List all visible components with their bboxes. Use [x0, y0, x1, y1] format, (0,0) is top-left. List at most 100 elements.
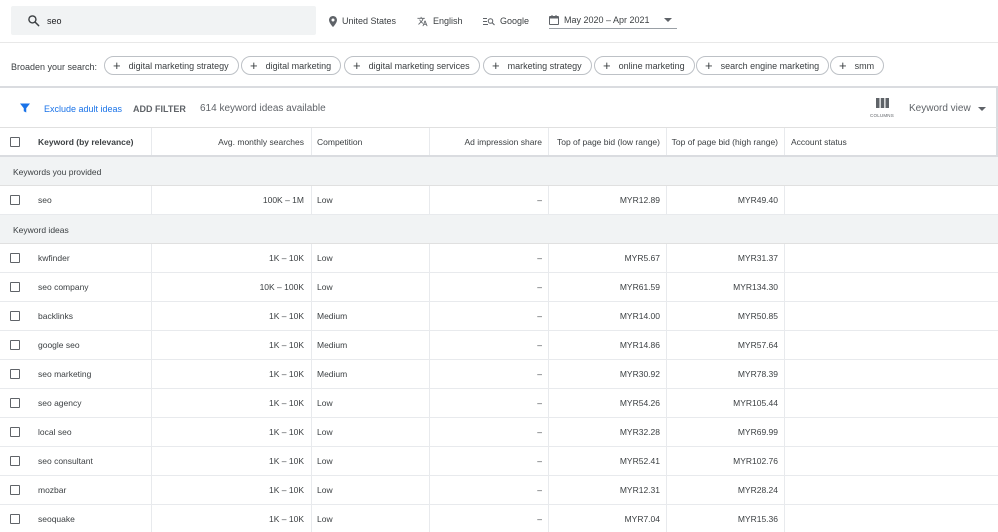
keyword-cell: seo marketing	[30, 360, 152, 388]
keyword-cell: google seo	[30, 331, 152, 359]
search-box[interactable]	[11, 6, 316, 35]
row-checkbox[interactable]	[10, 253, 20, 263]
header-avg-monthly-searches[interactable]: Avg. monthly searches	[152, 128, 312, 155]
impression-share-cell: –	[430, 360, 549, 388]
broaden-label: Broaden your search:	[11, 62, 98, 72]
broaden-chip[interactable]: + marketing strategy	[483, 56, 592, 75]
row-checkbox[interactable]	[10, 427, 20, 437]
plus-icon: +	[705, 58, 713, 73]
header-bid-low[interactable]: Top of page bid (low range)	[549, 128, 667, 155]
keyword-view-dropdown[interactable]: Keyword view	[909, 103, 986, 114]
bid-low-cell: MYR32.28	[549, 418, 667, 446]
account-status-cell	[785, 244, 998, 272]
bid-high-cell: MYR50.85	[667, 302, 785, 330]
header-bid-high[interactable]: Top of page bid (high range)	[667, 128, 785, 155]
network-selector[interactable]: Google	[483, 13, 529, 29]
translate-icon	[417, 16, 428, 26]
plus-icon: +	[113, 58, 121, 73]
row-checkbox[interactable]	[10, 340, 20, 350]
table-header: Keyword (by relevance) Avg. monthly sear…	[0, 128, 998, 157]
bid-high-cell: MYR15.36	[667, 505, 785, 532]
broaden-search-bar: Broaden your search: + digital marketing …	[0, 44, 998, 88]
table-row[interactable]: seo agency 1K – 10K Low – MYR54.26 MYR105.44	[0, 389, 998, 418]
row-checkbox[interactable]	[10, 456, 20, 466]
row-checkbox-cell	[0, 476, 30, 504]
avg-searches-cell: 1K – 10K	[152, 418, 312, 446]
table-row[interactable]: seo company 10K – 100K Low – MYR61.59 MYR134.…	[0, 273, 998, 302]
impression-share-cell: –	[430, 302, 549, 330]
table-row[interactable]: seoquake 1K – 10K Low – MYR7.04 MYR15.36	[0, 505, 998, 532]
header-keyword[interactable]: Keyword (by relevance)	[30, 128, 152, 155]
impression-share-cell: –	[430, 476, 549, 504]
header-account-status[interactable]: Account status	[785, 128, 998, 155]
keyword-ideas-count: 614 keyword ideas available	[200, 103, 326, 114]
avg-searches-cell: 1K – 10K	[152, 505, 312, 532]
row-checkbox[interactable]	[10, 282, 20, 292]
account-status-cell	[785, 476, 998, 504]
table-row[interactable]: seo marketing 1K – 10K Medium – MYR30.92 MYR7…	[0, 360, 998, 389]
language-selector[interactable]: English	[417, 13, 463, 29]
bid-low-cell: MYR12.31	[549, 476, 667, 504]
date-range-selector[interactable]: May 2020 – Apr 2021	[549, 13, 677, 29]
broaden-chip[interactable]: + digital marketing strategy	[104, 56, 239, 75]
broaden-chip[interactable]: + online marketing	[594, 56, 695, 75]
bid-low-cell: MYR54.26	[549, 389, 667, 417]
row-checkbox[interactable]	[10, 398, 20, 408]
select-all-checkbox[interactable]	[10, 136, 20, 147]
table-row[interactable]: local seo 1K – 10K Low – MYR32.28 MYR69.99	[0, 418, 998, 447]
row-checkbox[interactable]	[10, 195, 20, 205]
account-status-cell	[785, 331, 998, 359]
search-input[interactable]	[47, 12, 297, 29]
row-checkbox[interactable]	[10, 485, 20, 495]
add-filter-button[interactable]: ADD FILTER	[133, 104, 186, 114]
row-checkbox-cell	[0, 360, 30, 388]
table-row[interactable]: seo consultant 1K – 10K Low – MYR52.41 MYR102…	[0, 447, 998, 476]
broaden-chip[interactable]: + digital marketing	[241, 56, 342, 75]
chip-label: digital marketing	[265, 60, 332, 71]
broaden-chip[interactable]: + search engine marketing	[696, 56, 830, 75]
header-ad-impression-share[interactable]: Ad impression share	[430, 128, 549, 155]
language-label: English	[433, 16, 463, 26]
table-row[interactable]: mozbar 1K – 10K Low – MYR12.31 MYR28.24	[0, 476, 998, 505]
section-header: Keyword ideas	[0, 215, 998, 244]
bid-high-cell: MYR69.99	[667, 418, 785, 446]
table-row[interactable]: kwfinder 1K – 10K Low – MYR5.67 MYR31.37	[0, 244, 998, 273]
row-checkbox[interactable]	[10, 514, 20, 524]
filter-icon[interactable]	[19, 102, 31, 114]
header-competition[interactable]: Competition	[312, 128, 430, 155]
keyword-cell: seoquake	[30, 505, 152, 532]
row-checkbox-cell	[0, 331, 30, 359]
plus-icon: +	[353, 58, 361, 73]
row-checkbox-cell	[0, 418, 30, 446]
account-status-cell	[785, 389, 998, 417]
exclude-adult-ideas-filter[interactable]: Exclude adult ideas	[44, 104, 122, 114]
date-range-label: May 2020 – Apr 2021	[564, 14, 650, 25]
chip-label: digital marketing services	[368, 60, 470, 71]
location-selector[interactable]: United States	[329, 13, 396, 29]
search-icon	[28, 15, 40, 27]
row-checkbox-cell	[0, 302, 30, 330]
keyword-cell: mozbar	[30, 476, 152, 504]
impression-share-cell: –	[430, 389, 549, 417]
broaden-chip[interactable]: + digital marketing services	[344, 56, 480, 75]
bid-low-cell: MYR7.04	[549, 505, 667, 532]
row-checkbox-cell	[0, 447, 30, 475]
keyword-cell: backlinks	[30, 302, 152, 330]
account-status-cell	[785, 302, 998, 330]
columns-button[interactable]: COLUMNS	[866, 98, 898, 118]
avg-searches-cell: 1K – 10K	[152, 360, 312, 388]
bid-low-cell: MYR12.89	[549, 186, 667, 214]
table-row[interactable]: backlinks 1K – 10K Medium – MYR14.00 MYR50.85	[0, 302, 998, 331]
impression-share-cell: –	[430, 418, 549, 446]
table-row[interactable]: seo 100K – 1M Low – MYR12.89 MYR49.40	[0, 186, 998, 215]
bid-high-cell: MYR78.39	[667, 360, 785, 388]
row-checkbox[interactable]	[10, 311, 20, 321]
broaden-chip[interactable]: + smm	[830, 56, 885, 75]
row-checkbox[interactable]	[10, 369, 20, 379]
keyword-table: Keyword (by relevance) Avg. monthly sear…	[0, 128, 998, 532]
section-label: Keyword ideas	[13, 225, 69, 235]
row-checkbox-cell	[0, 186, 30, 214]
location-label: United States	[342, 16, 397, 26]
bid-high-cell: MYR49.40	[667, 186, 785, 214]
table-row[interactable]: google seo 1K – 10K Medium – MYR14.86 MYR57.6…	[0, 331, 998, 360]
